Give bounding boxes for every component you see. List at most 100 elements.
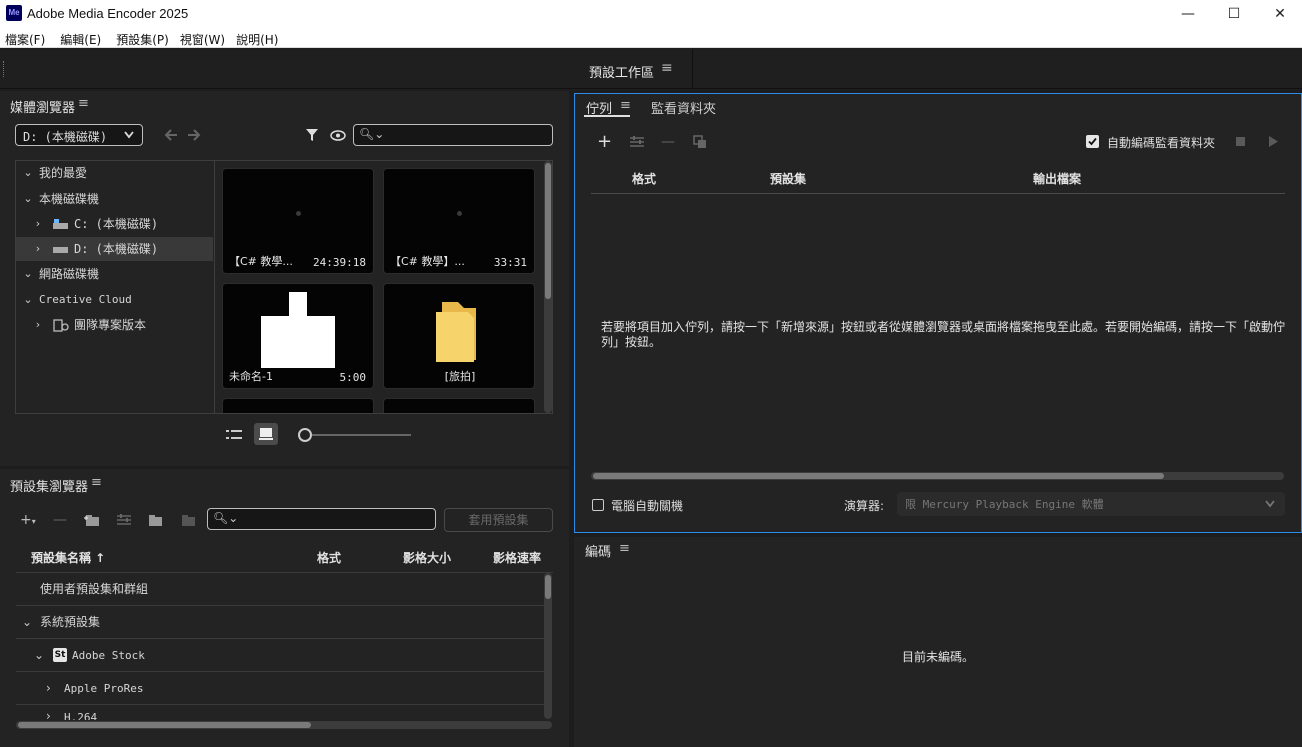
media-thumbnail[interactable]: 【C# 教學... 24:39:18	[222, 168, 374, 274]
scrollbar-thumb[interactable]	[593, 473, 1164, 479]
tree-item-drive-d[interactable]: › D: (本機磁碟)	[16, 237, 213, 261]
horizontal-scrollbar[interactable]	[16, 721, 552, 729]
chevron-right-icon[interactable]: ›	[46, 709, 51, 720]
chevron-down-icon[interactable]: ⌄	[22, 187, 34, 211]
tab-watch-folders[interactable]: 監看資料夾	[651, 98, 716, 117]
chevron-right-icon[interactable]: ›	[32, 313, 44, 337]
chevron-right-icon[interactable]: ›	[32, 237, 44, 261]
stop-queue-icon[interactable]	[1236, 137, 1245, 146]
tree-item-drive-c[interactable]: › C: (本機磁碟)	[17, 212, 213, 236]
chevron-down-icon[interactable]: ⌄	[34, 639, 44, 672]
filter-icon[interactable]	[305, 128, 319, 142]
preset-row-h264[interactable]: › H.264	[16, 706, 544, 720]
col-format[interactable]: 格式	[317, 549, 341, 566]
queue-empty-message: 若要將項目加入佇列，請按一下「新增來源」按鈕或者從媒體瀏覽器或桌面將檔案拖曳至此…	[601, 320, 1286, 349]
menu-window[interactable]: 視窗(W)	[175, 28, 231, 48]
queue-settings-icon[interactable]	[629, 136, 645, 148]
remove-preset-icon[interactable]: —	[53, 512, 67, 528]
menu-help[interactable]: 說明(H)	[231, 28, 284, 48]
preset-row-adobe-stock[interactable]: ⌄ St Adobe Stock	[16, 639, 544, 672]
duplicate-icon[interactable]	[693, 135, 707, 149]
chevron-right-icon[interactable]: ›	[32, 212, 44, 236]
menu-file[interactable]: 檔案(F)	[0, 28, 51, 48]
chevron-down-icon[interactable]: ⌄	[22, 161, 34, 185]
back-arrow-icon[interactable]	[164, 129, 178, 141]
tree-item-favorites[interactable]: ⌄ 我的最愛	[17, 161, 213, 185]
col-preset-name[interactable]: 預設集名稱 ↑	[31, 549, 105, 566]
media-thumbnail[interactable]: 未命名-1 5:00	[222, 283, 374, 389]
workspace-menu-icon[interactable]: ≡	[661, 60, 673, 76]
col-frame-size[interactable]: 影格大小	[403, 549, 451, 566]
folder-icon	[436, 302, 476, 362]
preset-browser-panel: 預設集瀏覽器 ≡ +▾ — 🔍︎⌄ 套用預設集 預設集名稱 ↑ 格式 影格大小 …	[0, 469, 569, 747]
col-output-file[interactable]: 輸出檔案	[1033, 170, 1081, 187]
tree-item-creative-cloud[interactable]: ⌄ Creative Cloud	[17, 288, 213, 312]
auto-encode-checkbox[interactable]	[1086, 135, 1099, 148]
scrollbar[interactable]	[544, 161, 552, 413]
horizontal-scrollbar[interactable]	[591, 472, 1284, 480]
media-thumbnail[interactable]	[222, 398, 374, 413]
add-source-icon[interactable]: +	[597, 133, 612, 151]
preset-row-label: 系統預設集	[40, 615, 101, 629]
adobe-stock-icon: St	[53, 648, 67, 662]
folder-thumbnail[interactable]: [旅拍]	[383, 283, 535, 389]
zoom-slider-handle[interactable]	[298, 428, 312, 442]
panel-menu-icon[interactable]: ≡	[619, 541, 630, 556]
thumbnail-label: 【C# 教學...	[229, 255, 293, 268]
tree-item-team-projects[interactable]: › 團隊專案版本	[17, 313, 213, 337]
workspace-bar: 預設工作區 ≡	[0, 49, 1302, 89]
apply-preset-button[interactable]: 套用預設集	[444, 508, 553, 532]
scrollbar-thumb[interactable]	[545, 575, 551, 599]
chevron-down-icon[interactable]: ⌄	[22, 606, 32, 639]
add-preset-icon[interactable]: +▾	[20, 512, 36, 530]
preset-row-prores[interactable]: › Apple ProRes	[16, 672, 544, 705]
preset-settings-icon[interactable]	[116, 514, 132, 526]
icon-view-button[interactable]	[254, 423, 278, 445]
new-group-icon[interactable]	[84, 514, 100, 526]
search-icon: 🔍︎⌄	[213, 511, 239, 525]
maximize-button[interactable]: ☐	[1211, 0, 1257, 28]
list-view-icon[interactable]	[226, 429, 242, 441]
forward-arrow-icon[interactable]	[187, 129, 201, 141]
drag-grip[interactable]	[3, 61, 5, 77]
col-preset[interactable]: 預設集	[770, 170, 806, 187]
thumbnail-label: 【C# 教學】...	[390, 255, 465, 268]
preset-row-user[interactable]: 使用者預設集和群組	[16, 573, 544, 606]
preset-row-system[interactable]: ⌄ 系統預設集	[16, 606, 544, 639]
chevron-down-icon[interactable]: ⌄	[22, 288, 34, 312]
media-thumbnail[interactable]	[383, 398, 535, 413]
chevron-down-icon[interactable]: ⌄	[22, 262, 34, 286]
scrollbar-thumb[interactable]	[18, 722, 311, 728]
scrollbar-thumb[interactable]	[545, 163, 551, 299]
chevron-right-icon[interactable]: ›	[46, 672, 51, 705]
panel-menu-icon[interactable]: ≡	[620, 98, 631, 113]
minimize-button[interactable]: —	[1165, 0, 1211, 28]
panel-menu-icon[interactable]: ≡	[78, 96, 89, 111]
menu-preset[interactable]: 預設集(P)	[111, 28, 175, 48]
tree-item-network-drives[interactable]: ⌄ 網路磁碟機	[17, 262, 213, 286]
export-preset-icon[interactable]	[180, 514, 196, 526]
menu-edit[interactable]: 編輯(E)	[55, 28, 107, 48]
scrollbar[interactable]	[544, 573, 552, 719]
drive-icon	[53, 219, 68, 229]
col-format[interactable]: 格式	[632, 170, 656, 187]
renderer-select[interactable]: 限 Mercury Playback Engine 軟體	[897, 492, 1285, 516]
eye-icon[interactable]	[330, 130, 346, 141]
remove-icon[interactable]: —	[661, 134, 675, 150]
preset-search-input[interactable]: 🔍︎⌄	[207, 508, 436, 530]
app-logo: Me	[6, 5, 22, 21]
zoom-slider[interactable]	[312, 434, 411, 436]
close-button[interactable]: ✕	[1257, 0, 1302, 28]
panel-menu-icon[interactable]: ≡	[91, 475, 102, 490]
tree-item-local-drives[interactable]: ⌄ 本機磁碟機	[17, 187, 213, 211]
col-frame-rate[interactable]: 影格速率	[493, 549, 541, 566]
active-tab-underline	[584, 115, 630, 117]
shutdown-checkbox[interactable]	[592, 499, 604, 511]
import-preset-icon[interactable]	[147, 514, 163, 526]
start-queue-icon[interactable]	[1268, 136, 1278, 147]
drive-select[interactable]: D: (本機磁碟)	[15, 124, 143, 146]
tree-label: 本機磁碟機	[39, 192, 100, 206]
media-thumbnail[interactable]: 【C# 教學】... 33:31	[383, 168, 535, 274]
workspace-name[interactable]: 預設工作區	[589, 62, 654, 81]
media-search-input[interactable]: 🔍︎⌄	[353, 124, 553, 146]
